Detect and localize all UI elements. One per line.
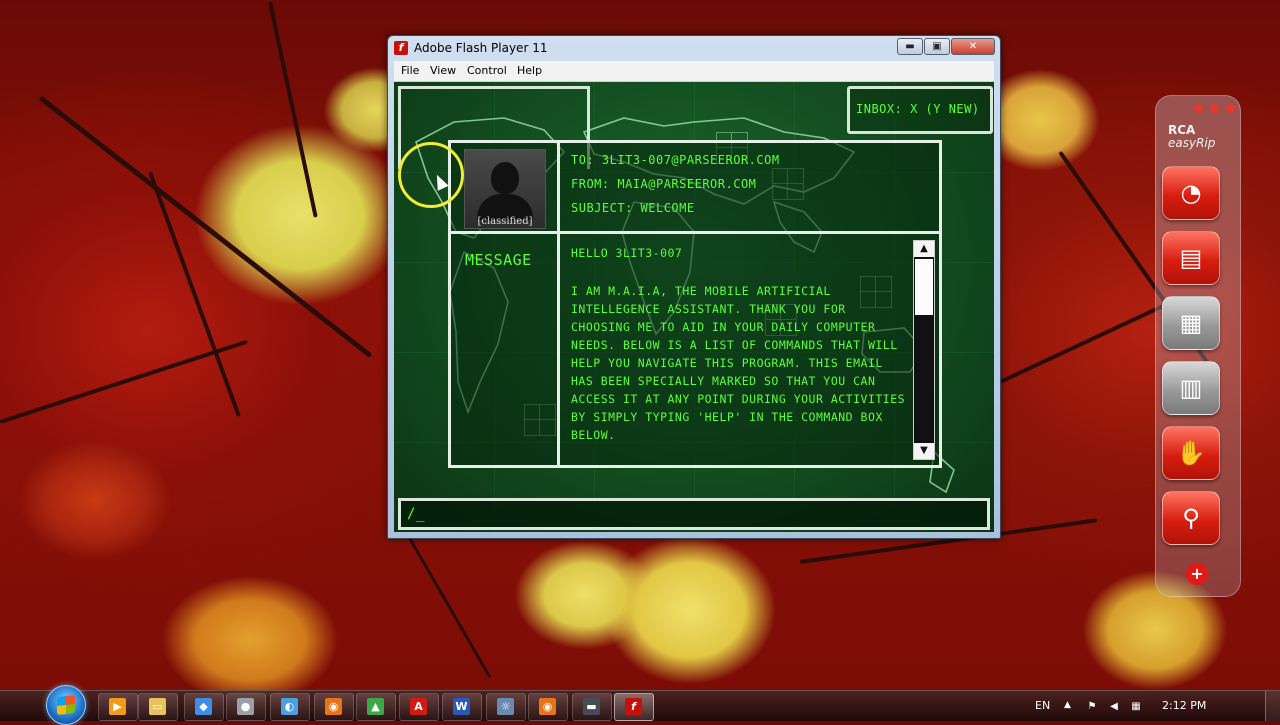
rca-product: easyRip	[1168, 136, 1216, 150]
flash-player-window[interactable]: f Adobe Flash Player 11 ▬ ▣ ✕ File View …	[387, 35, 1001, 539]
firefox-window-icon: ◉	[539, 698, 556, 715]
taskbar-word[interactable]: W	[442, 693, 482, 721]
taskbar-dropbox[interactable]: ◆	[184, 693, 224, 721]
clock[interactable]: 2:12 PM	[1162, 699, 1206, 712]
rca-brand: RCA	[1168, 123, 1196, 137]
dock-dot-icon[interactable]	[1194, 104, 1203, 113]
menu-control[interactable]: Control	[467, 64, 507, 77]
taskbar-settings-app[interactable]: ☼	[486, 693, 526, 721]
menu-file[interactable]: File	[401, 64, 419, 77]
avatar: [classified]	[464, 149, 546, 229]
menu-bar: File View Control Help	[394, 61, 994, 82]
scroll-thumb[interactable]	[915, 259, 933, 315]
taskbar-firefox[interactable]: ◉	[314, 693, 354, 721]
explorer-icon: ▭	[149, 698, 166, 715]
handshake-icon: ✋	[1176, 439, 1206, 467]
inbox-label: INBOX: X (Y NEW)	[856, 102, 980, 116]
app-window-icon: ▬	[583, 698, 600, 715]
scroll-up-button[interactable]: ▲	[914, 241, 934, 257]
taskbar-media-player[interactable]: ▶	[98, 693, 138, 721]
settings-app-icon: ☼	[497, 698, 514, 715]
share-button[interactable]: ✋	[1162, 426, 1220, 480]
recycle-icon: ▲	[367, 698, 384, 715]
command-input[interactable]: /_	[398, 498, 990, 530]
panel-divider-vertical	[557, 143, 560, 465]
maximize-button[interactable]: ▣	[924, 38, 950, 55]
record-button[interactable]: ⚲	[1162, 491, 1220, 545]
message-greeting: HELLO 3LIT3-007	[571, 246, 683, 260]
flash-app-icon: f	[394, 41, 408, 55]
close-button[interactable]: ✕	[951, 38, 995, 55]
taskbar-explorer[interactable]: ▭	[138, 693, 178, 721]
email-subject: SUBJECT: WELCOME	[571, 201, 695, 215]
taskbar-firefox-window[interactable]: ◉	[528, 693, 568, 721]
title-bar[interactable]: f Adobe Flash Player 11 ▬ ▣ ✕	[388, 36, 1000, 60]
taskbar-flash-player[interactable]: f	[614, 693, 654, 721]
disc-icon: ◔	[1180, 179, 1202, 207]
message-body: I AM M.A.I.A, THE MOBILE ARTIFICIAL INTE…	[571, 284, 906, 442]
dropbox-icon: ◆	[195, 698, 212, 715]
devices-button[interactable]: ▦	[1162, 296, 1220, 350]
network-tray-icon[interactable]: ▦	[1130, 701, 1142, 712]
flash-player-icon: f	[625, 698, 642, 715]
flash-stage[interactable]: INBOX: X (Y NEW) [classified] TO: 3LIT3-…	[394, 82, 994, 532]
taskbar-chat[interactable]: ●	[226, 693, 266, 721]
start-button[interactable]	[46, 685, 86, 725]
taskbar-app-window[interactable]: ▬	[572, 693, 612, 721]
add-icon[interactable]: +	[1186, 563, 1208, 585]
message-label: MESSAGE	[465, 251, 532, 269]
rca-easyrip-dock[interactable]: RCA easyRip ◔ ▤ ▦ ▥ ✋ ⚲ +	[1155, 95, 1241, 597]
menu-help[interactable]: Help	[517, 64, 542, 77]
dock-close-icon[interactable]	[1226, 104, 1235, 113]
firefox-icon: ◉	[325, 698, 342, 715]
window-title: Adobe Flash Player 11	[414, 41, 548, 55]
rca-logo: RCA easyRip	[1168, 124, 1215, 150]
inbox-panel[interactable]: INBOX: X (Y NEW)	[847, 86, 993, 134]
media-devices-icon: ▦	[1179, 309, 1203, 337]
command-value[interactable]: /_	[407, 506, 425, 522]
menu-view[interactable]: View	[430, 64, 456, 77]
avatar-caption: [classified]	[477, 216, 533, 227]
email-panel: [classified] TO: 3LIT3-007@PARSEEROR.COM…	[448, 140, 942, 468]
taskbar-acrobat[interactable]: A	[399, 693, 439, 721]
scroll-down-button[interactable]: ▼	[914, 443, 934, 459]
taskbar-network[interactable]: ◐	[270, 693, 310, 721]
network-icon: ◐	[281, 698, 298, 715]
email-to: TO: 3LIT3-007@PARSEEROR.COM	[571, 153, 780, 167]
library-button[interactable]: ▤	[1162, 231, 1220, 285]
show-desktop-button[interactable]	[1265, 691, 1280, 721]
language-indicator[interactable]: EN	[1035, 699, 1050, 712]
media-player-icon: ▶	[109, 698, 126, 715]
player-button[interactable]: ▥	[1162, 361, 1220, 415]
dock-dot-icon[interactable]	[1210, 104, 1219, 113]
message-scrollbar[interactable]: ▲ ▼	[913, 240, 935, 460]
tray-expand-icon[interactable]: ▲	[1064, 700, 1071, 710]
microphone-icon: ⚲	[1182, 504, 1200, 532]
laptop-files-icon: ▤	[1179, 244, 1203, 272]
cursor-highlight	[398, 142, 464, 208]
action-center-icon[interactable]: ⚑	[1086, 701, 1098, 712]
rip-cd-button[interactable]: ◔	[1162, 166, 1220, 220]
volume-icon[interactable]: ◀	[1108, 701, 1120, 712]
taskbar-recycle[interactable]: ▲	[356, 693, 396, 721]
email-from: FROM: MAIA@PARSEEROR.COM	[571, 177, 757, 191]
acrobat-icon: A	[410, 698, 427, 715]
word-icon: W	[453, 698, 470, 715]
windows-logo-icon	[57, 695, 75, 715]
chat-icon: ●	[237, 698, 254, 715]
panel-divider-horizontal	[451, 231, 939, 234]
minimize-button[interactable]: ▬	[897, 38, 923, 55]
player-folder-icon: ▥	[1179, 374, 1203, 402]
taskbar: ▶ ▭ ◆ ● ◐ ◉ ▲ A W ☼ ◉ ▬ f EN ▲ ⚑ ◀ ▦ 2:1…	[0, 685, 1280, 725]
